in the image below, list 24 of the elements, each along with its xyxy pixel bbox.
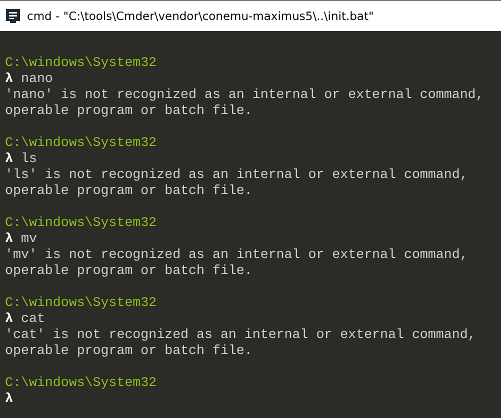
error-message: 'cat' is not recognized as an internal or external command, — [5, 327, 476, 343]
error-message: operable program or batch file. — [5, 343, 252, 359]
error-message: 'nano' is not recognized as an internal or external command, — [5, 87, 484, 103]
command-text: nano — [20, 71, 53, 87]
prompt-path: C:\windows\System32 — [5, 375, 157, 391]
prompt-symbol: λ — [5, 311, 13, 327]
error-message: 'mv' is not recognized as an internal or external command, — [5, 247, 468, 263]
error-message: operable program or batch file. — [5, 263, 252, 279]
error-message: operable program or batch file. — [5, 183, 252, 199]
prompt-path: C:\windows\System32 — [5, 215, 157, 231]
prompt-path: C:\windows\System32 — [5, 55, 157, 71]
command-text: cat — [20, 311, 45, 327]
prompt-path: C:\windows\System32 — [5, 135, 157, 151]
prompt-symbol: λ — [5, 391, 13, 407]
window-title: cmd - "C:\tools\Cmder\vendor\conemu-maximus5\..\init.bat" — [27, 9, 374, 23]
prompt-path: C:\windows\System32 — [5, 295, 157, 311]
prompt-symbol: λ — [5, 71, 13, 87]
prompt-symbol: λ — [5, 151, 13, 167]
error-message: operable program or batch file. — [5, 103, 252, 119]
command-text: ls — [20, 151, 37, 167]
console-icon — [5, 8, 21, 24]
command-text: mv — [20, 231, 37, 247]
prompt-symbol: λ — [5, 231, 13, 247]
error-message: 'ls' is not recognized as an internal or external command, — [5, 167, 468, 183]
